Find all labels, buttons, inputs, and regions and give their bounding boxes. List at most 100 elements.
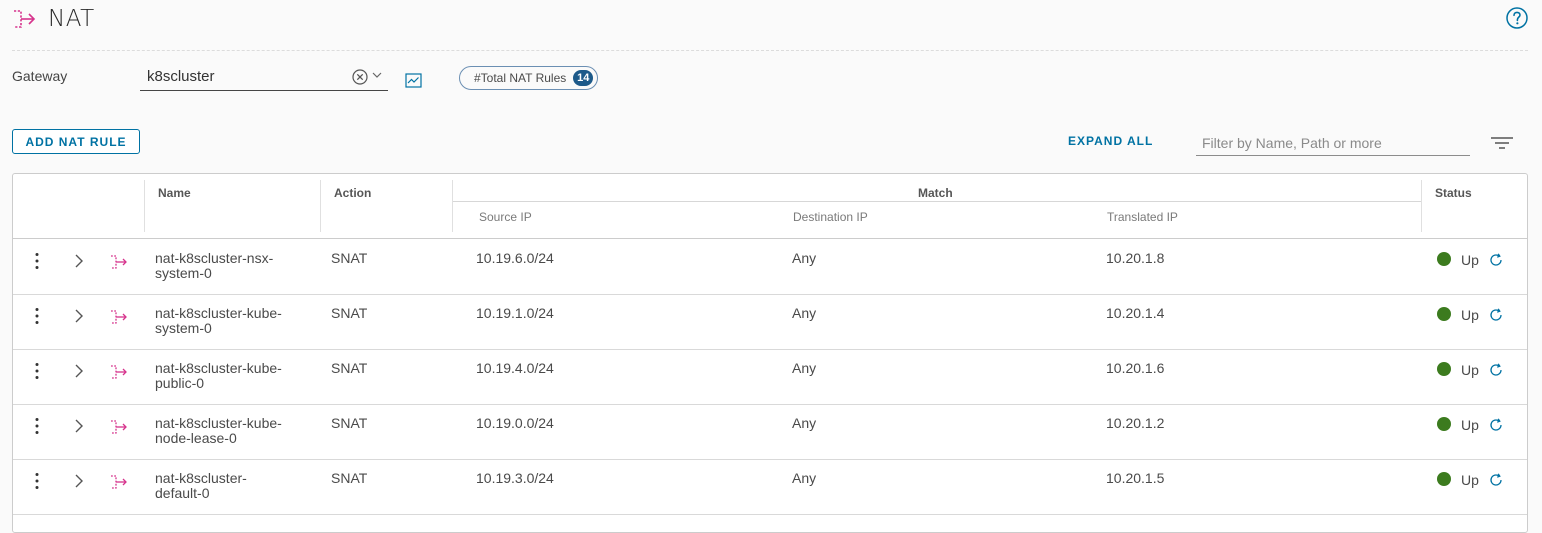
filter-field[interactable] xyxy=(1196,130,1470,156)
rule-name-line: default-0 xyxy=(155,485,210,501)
rule-name-line: public-0 xyxy=(155,375,205,391)
table-header: Name Action Match Source IP Destination … xyxy=(13,174,1527,239)
status-up-icon xyxy=(1437,362,1451,376)
page-header: NAT xyxy=(12,4,95,34)
chevron-down-icon[interactable] xyxy=(372,71,382,79)
total-rules-label: #Total NAT Rules xyxy=(474,71,567,85)
help-icon[interactable] xyxy=(1506,7,1528,29)
refresh-icon[interactable] xyxy=(1489,253,1503,267)
rule-source-ip: 10.19.3.0/24 xyxy=(476,470,554,486)
nat-rule-icon xyxy=(111,365,127,379)
chevron-right-icon[interactable] xyxy=(74,474,84,488)
header-divider xyxy=(12,50,1528,51)
column-divider xyxy=(144,180,145,232)
rule-action: SNAT xyxy=(331,415,368,431)
rule-name-line: system-0 xyxy=(155,265,212,281)
table-row[interactable]: nat-k8scluster- default-0 SNAT 10.19.3.0… xyxy=(13,459,1527,515)
chevron-right-icon[interactable] xyxy=(74,364,84,378)
nat-rule-icon xyxy=(111,255,127,269)
rule-translated-ip: 10.20.1.8 xyxy=(1106,250,1165,266)
add-nat-rule-button[interactable]: ADD NAT RULE xyxy=(12,129,140,154)
rule-action: SNAT xyxy=(331,470,368,486)
nat-rules-table: Name Action Match Source IP Destination … xyxy=(12,173,1528,533)
total-rules-badge: 14 xyxy=(573,70,594,86)
nat-rule-icon xyxy=(111,420,127,434)
status-up-icon xyxy=(1437,417,1451,431)
filter-input[interactable] xyxy=(1196,130,1470,155)
column-header-source-ip[interactable]: Source IP xyxy=(479,210,532,224)
chevron-right-icon[interactable] xyxy=(74,419,84,433)
rule-destination-ip: Any xyxy=(792,305,817,321)
column-divider xyxy=(452,180,453,232)
table-row[interactable]: nat-k8scluster-kube- system-0 SNAT 10.19… xyxy=(13,294,1527,350)
expand-all-link[interactable]: EXPAND ALL xyxy=(1068,134,1153,148)
rule-name: nat-k8scluster-nsx- system-0 xyxy=(155,251,273,281)
rule-translated-ip: 10.20.1.2 xyxy=(1106,415,1165,431)
rule-name-line: nat-k8scluster- xyxy=(155,470,247,486)
rule-destination-ip: Any xyxy=(792,250,817,266)
column-divider xyxy=(320,180,321,232)
rule-name-line: nat-k8scluster-kube- xyxy=(155,360,282,376)
status-up-icon xyxy=(1437,307,1451,321)
more-actions-icon[interactable] xyxy=(34,472,40,490)
table-row[interactable]: nat-k8scluster-kube- node-lease-0 SNAT 1… xyxy=(13,404,1527,460)
column-header-name[interactable]: Name xyxy=(158,186,191,200)
gateway-select[interactable]: k8scluster xyxy=(140,64,388,91)
more-actions-icon[interactable] xyxy=(34,307,40,325)
rule-status: Up xyxy=(1461,307,1479,323)
rule-name: nat-k8scluster-kube- node-lease-0 xyxy=(155,416,282,446)
refresh-icon[interactable] xyxy=(1489,308,1503,322)
column-header-action[interactable]: Action xyxy=(334,186,371,200)
rule-name: nat-k8scluster- default-0 xyxy=(155,471,247,501)
rule-name: nat-k8scluster-kube- public-0 xyxy=(155,361,282,391)
rule-name-line: nat-k8scluster-kube- xyxy=(155,305,282,321)
more-actions-icon[interactable] xyxy=(34,362,40,380)
rule-translated-ip: 10.20.1.5 xyxy=(1106,470,1165,486)
rule-action: SNAT xyxy=(331,250,368,266)
more-actions-icon[interactable] xyxy=(34,252,40,270)
page-title: NAT xyxy=(48,6,95,32)
column-divider xyxy=(1421,180,1422,232)
nat-rule-icon xyxy=(111,475,127,489)
rule-destination-ip: Any xyxy=(792,470,817,486)
rule-status: Up xyxy=(1461,252,1479,268)
status-up-icon xyxy=(1437,252,1451,266)
total-rules-pill: #Total NAT Rules 14 xyxy=(459,66,599,90)
column-header-destination-ip[interactable]: Destination IP xyxy=(793,210,868,224)
column-header-match: Match xyxy=(918,186,953,200)
table-row[interactable]: nat-k8scluster-kube- public-0 SNAT 10.19… xyxy=(13,349,1527,405)
rule-name: nat-k8scluster-kube- system-0 xyxy=(155,306,282,336)
rule-source-ip: 10.19.4.0/24 xyxy=(476,360,554,376)
rule-destination-ip: Any xyxy=(792,415,817,431)
gateway-value: k8scluster xyxy=(147,68,215,85)
refresh-icon[interactable] xyxy=(1489,473,1503,487)
nat-rule-icon xyxy=(111,310,127,324)
more-actions-icon[interactable] xyxy=(34,417,40,435)
rule-name-line: node-lease-0 xyxy=(155,430,237,446)
chevron-right-icon[interactable] xyxy=(74,254,84,268)
column-header-status[interactable]: Status xyxy=(1435,186,1472,200)
rule-translated-ip: 10.20.1.6 xyxy=(1106,360,1165,376)
table-row[interactable]: nat-k8scluster-nsx- system-0 SNAT 10.19.… xyxy=(13,239,1527,295)
chevron-right-icon[interactable] xyxy=(74,309,84,323)
rule-name-line: nat-k8scluster-kube- xyxy=(155,415,282,431)
rule-source-ip: 10.19.6.0/24 xyxy=(476,250,554,266)
rule-name-line: nat-k8scluster-nsx- xyxy=(155,250,274,266)
refresh-icon[interactable] xyxy=(1489,418,1503,432)
rule-source-ip: 10.19.1.0/24 xyxy=(476,305,554,321)
refresh-icon[interactable] xyxy=(1489,363,1503,377)
rule-name-line: system-0 xyxy=(155,320,212,336)
chart-icon[interactable] xyxy=(405,73,422,88)
clear-icon[interactable] xyxy=(352,69,368,85)
rule-status: Up xyxy=(1461,362,1479,378)
filter-icon[interactable] xyxy=(1490,136,1514,150)
rule-destination-ip: Any xyxy=(792,360,817,376)
rule-action: SNAT xyxy=(331,360,368,376)
column-header-translated-ip[interactable]: Translated IP xyxy=(1107,210,1178,224)
rule-status: Up xyxy=(1461,417,1479,433)
nat-icon xyxy=(14,10,36,28)
rule-action: SNAT xyxy=(331,305,368,321)
rule-translated-ip: 10.20.1.4 xyxy=(1106,305,1165,321)
rule-status: Up xyxy=(1461,472,1479,488)
gateway-label: Gateway xyxy=(12,68,68,84)
